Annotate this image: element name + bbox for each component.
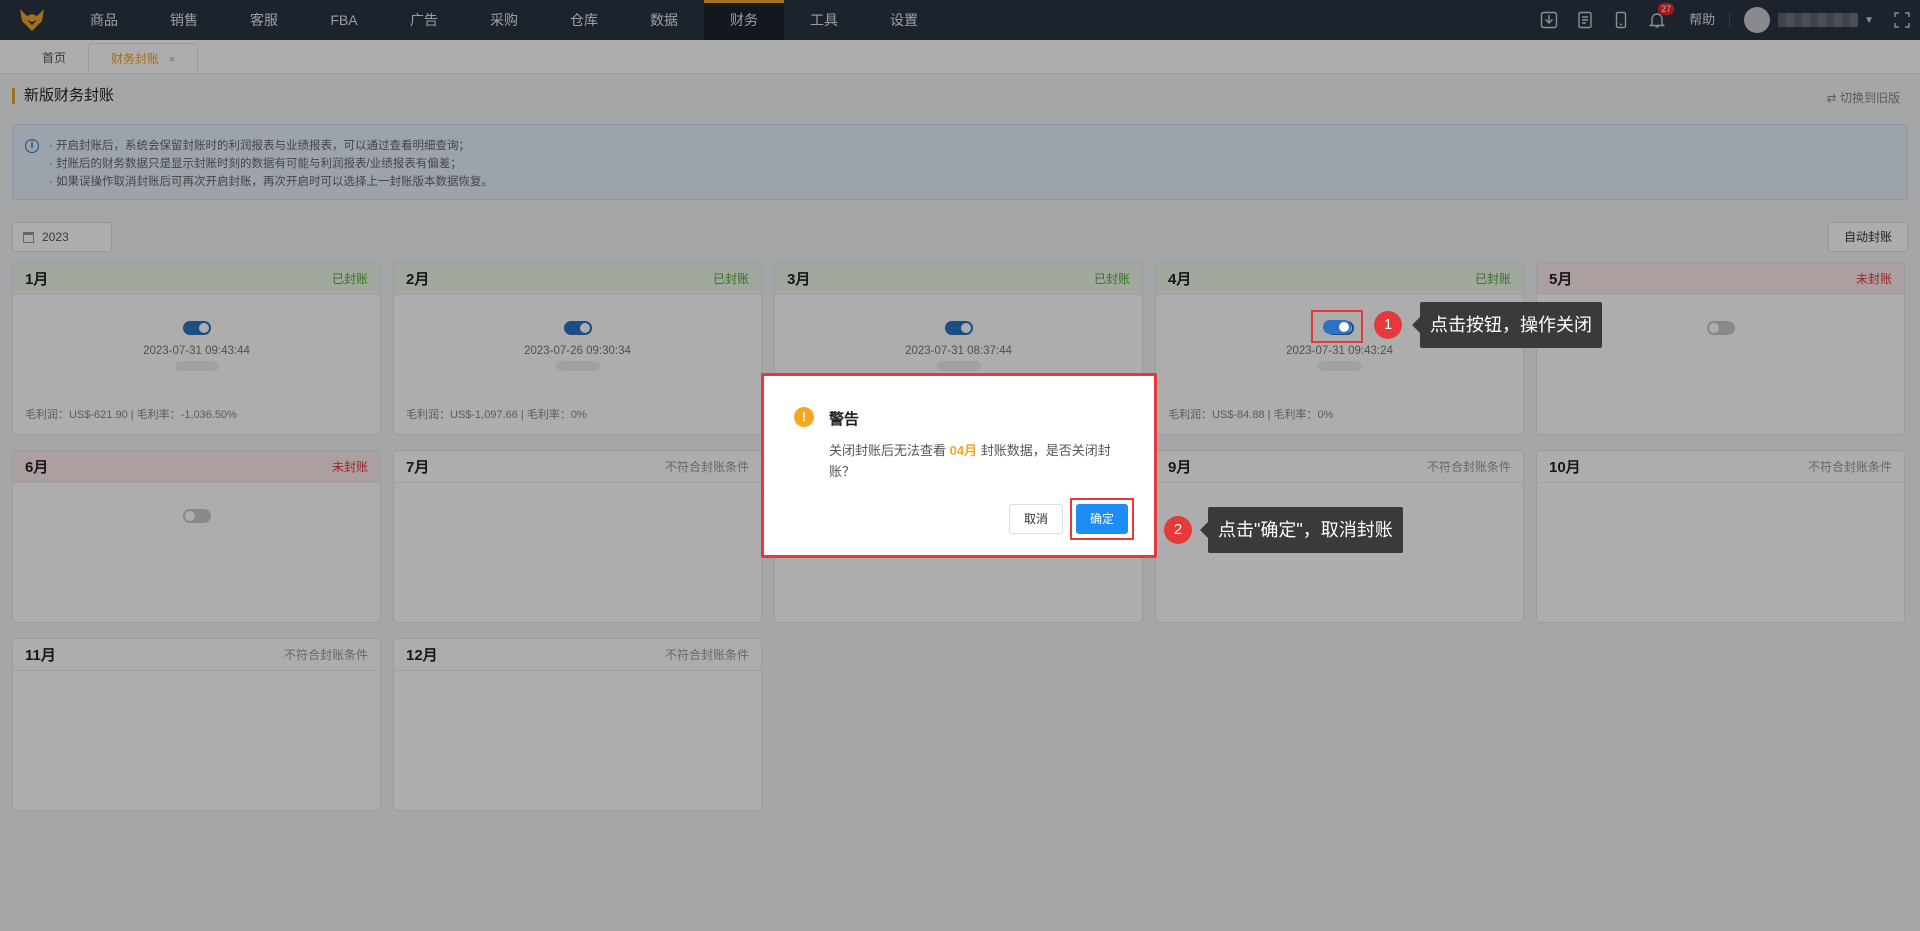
step1-highlight-box: [1311, 310, 1363, 343]
step1-number: 1: [1374, 311, 1402, 339]
warning-icon: !: [794, 407, 814, 427]
step1-tooltip: 点击按钮，操作关闭: [1412, 302, 1602, 348]
confirm-button[interactable]: 确定: [1076, 504, 1128, 534]
cancel-button[interactable]: 取消: [1009, 504, 1063, 534]
step2-number: 2: [1164, 516, 1192, 544]
dialog-month-highlight: 04月: [949, 443, 978, 458]
step2-highlight-box: 确定: [1070, 498, 1134, 540]
dialog-title: 警告: [829, 411, 860, 428]
warning-dialog: ! 警告 关闭封账后无法查看 04月 封账数据，是否关闭封账？ 取消 确定: [761, 373, 1157, 558]
dialog-message: 关闭封账后无法查看 04月 封账数据，是否关闭封账？: [829, 440, 1129, 482]
dialog-message-start: 关闭封账后无法查看: [829, 443, 950, 458]
step2-tooltip: 点击"确定"，取消封账: [1200, 507, 1403, 553]
